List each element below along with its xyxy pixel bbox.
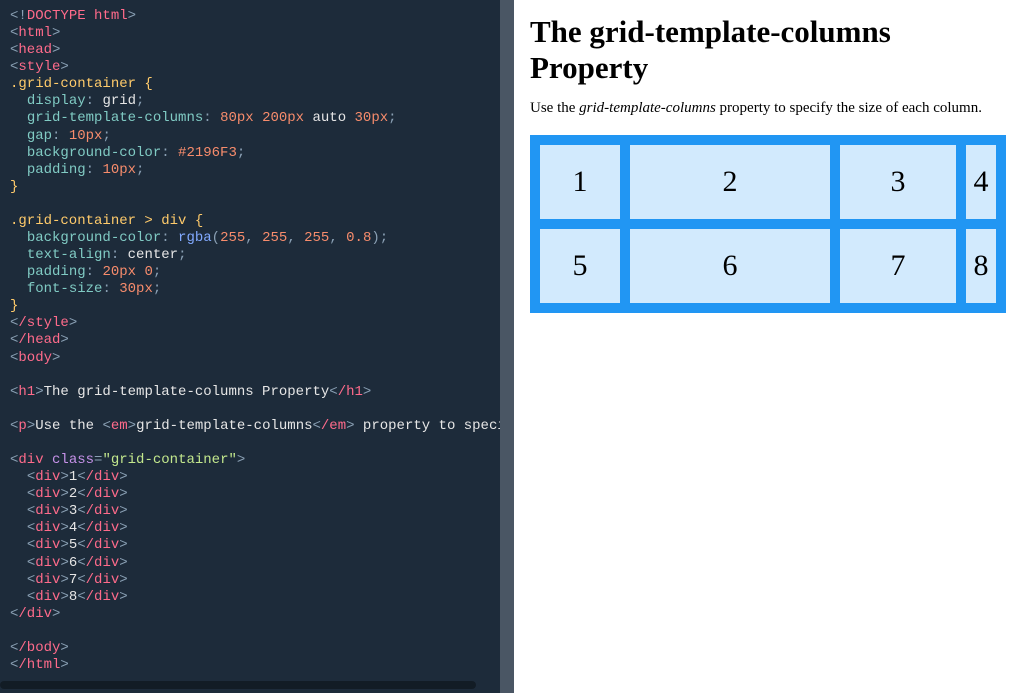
tag-style-close: /style (18, 315, 68, 331)
grid-cell: 5 (540, 229, 620, 303)
tag-div: div (35, 555, 60, 571)
p-text: Use the (35, 418, 102, 434)
para-em: grid-template-columns (579, 100, 716, 116)
css-val: center (128, 247, 178, 263)
css-val: 255 (304, 230, 329, 246)
css-val: 255 (220, 230, 245, 246)
css-prop: padding (27, 162, 86, 178)
tag-div-close: /div (86, 572, 120, 588)
css-val: 10px (102, 162, 136, 178)
css-prop: gap (27, 128, 52, 144)
page-description: Use the grid-template-columns property t… (530, 100, 1006, 117)
tag-div: div (35, 520, 60, 536)
selector-2: .grid-container > div { (10, 213, 203, 229)
para-text: Use the (530, 100, 579, 116)
cell-text: 2 (69, 486, 77, 502)
tag-div-close: /div (86, 555, 120, 571)
tag-em-close: /em (321, 418, 346, 434)
tag-em: em (111, 418, 128, 434)
cell-text: 4 (69, 520, 77, 536)
para-text: property to specify the size of each col… (716, 100, 982, 116)
brace-close: } (10, 179, 18, 195)
attr-name: class (52, 452, 94, 468)
css-val: 30px (355, 110, 389, 126)
grid-cell: 8 (966, 229, 996, 303)
css-prop: display (27, 93, 86, 109)
css-val: 255 (262, 230, 287, 246)
css-val: 80px (220, 110, 254, 126)
tag-head-close: /head (18, 332, 60, 348)
css-val: grid (102, 93, 136, 109)
cell-text: 5 (69, 537, 77, 553)
cell-text: 8 (69, 589, 77, 605)
tag-div-close: /div (86, 537, 120, 553)
tag-head-open: head (18, 42, 52, 58)
grid-cell: 2 (630, 145, 830, 219)
tag-div: div (35, 486, 60, 502)
css-prop: background-color (27, 145, 161, 161)
tag-div: div (18, 452, 43, 468)
tag-div-close: /div (18, 606, 52, 622)
tag-html-close: /html (18, 657, 60, 673)
grid-cell: 7 (840, 229, 956, 303)
tag-div: div (35, 503, 60, 519)
cell-text: 7 (69, 572, 77, 588)
tag-div-close: /div (86, 503, 120, 519)
tag-p: p (18, 418, 26, 434)
h1-content: The grid-template-columns Property (44, 384, 330, 400)
css-prop: background-color (27, 230, 161, 246)
preview-pane: The grid-template-columns Property Use t… (514, 0, 1022, 693)
tag-div-close: /div (86, 469, 120, 485)
css-val: 0.8 (346, 230, 371, 246)
em-text: grid-template-columns (136, 418, 312, 434)
grid-cell: 1 (540, 145, 620, 219)
selector-1: .grid-container { (10, 76, 153, 92)
grid-container: 1 2 3 4 5 6 7 8 (530, 135, 1006, 313)
tag-div-close: /div (86, 589, 120, 605)
tag-div: div (35, 537, 60, 553)
tag-html-open: html (18, 25, 52, 41)
css-val: 0 (144, 264, 152, 280)
tag-div-close: /div (86, 520, 120, 536)
css-prop: grid-template-columns (27, 110, 203, 126)
page-title: The grid-template-columns Property (530, 14, 1006, 86)
css-prop: font-size (27, 281, 103, 297)
tag-div: div (35, 572, 60, 588)
tag-body-open: body (18, 350, 52, 366)
css-func: rgba (178, 230, 212, 246)
tag-div: div (35, 589, 60, 605)
tag-div: div (35, 469, 60, 485)
css-val: 200px (262, 110, 304, 126)
brace-close: } (10, 298, 18, 314)
tag-style-open: style (18, 59, 60, 75)
doctype-text: DOCTYPE html (27, 8, 128, 24)
code-editor-pane[interactable]: <!DOCTYPE html> <html> <head> <style> .g… (0, 0, 500, 693)
grid-cell: 3 (840, 145, 956, 219)
horizontal-scrollbar[interactable] (0, 681, 476, 689)
tag-body-close: /body (18, 640, 60, 656)
grid-cell: 6 (630, 229, 830, 303)
attr-value: "grid-container" (102, 452, 236, 468)
css-val: 20px (102, 264, 136, 280)
p-text: property to specify the size of each col… (355, 418, 500, 434)
css-prop: text-align (27, 247, 111, 263)
tag-h1-close: /h1 (338, 384, 363, 400)
cell-text: 1 (69, 469, 77, 485)
tag-div-close: /div (86, 486, 120, 502)
css-val: 30px (119, 281, 153, 297)
css-prop: padding (27, 264, 86, 280)
css-val: auto (313, 110, 347, 126)
grid-cell: 4 (966, 145, 996, 219)
css-val: #2196F3 (178, 145, 237, 161)
cell-text: 3 (69, 503, 77, 519)
css-val: 10px (69, 128, 103, 144)
pane-divider[interactable] (500, 0, 514, 693)
cell-text: 6 (69, 555, 77, 571)
tag-h1: h1 (18, 384, 35, 400)
